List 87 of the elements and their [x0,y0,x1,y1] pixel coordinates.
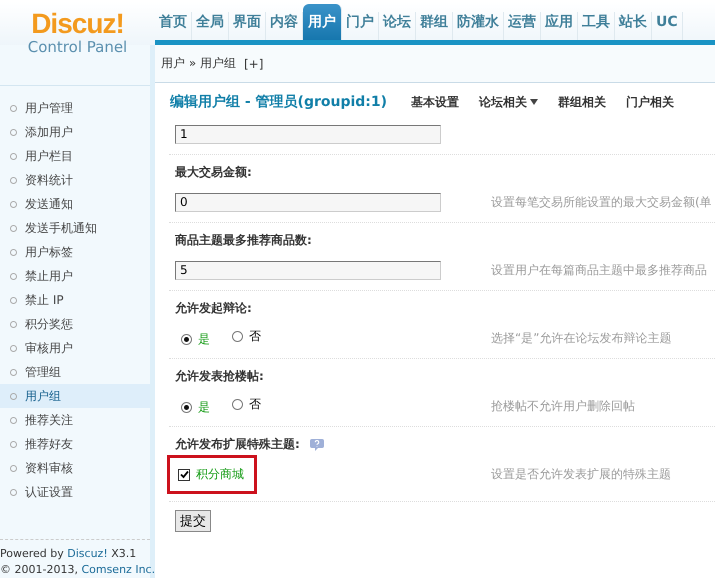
page-title: 编辑用户组 - 管理员(groupid:1) [170,93,388,111]
radio-option[interactable]: 是 [181,399,210,416]
sidebar-item[interactable]: 禁止 IP [0,288,150,312]
radio-option[interactable]: 否 [232,396,261,413]
option-label: 否 [249,396,261,413]
nav-tab[interactable]: 运营 [504,12,541,40]
setting-label: 允许发布扩展特殊主题: [175,436,300,452]
bullet-icon [10,104,17,112]
sidebar-item[interactable]: 推荐关注 [0,408,150,432]
nav-tab[interactable]: 门户 [342,12,379,40]
section-tab[interactable]: 论坛相关 [479,94,538,110]
add-link[interactable]: [+] [244,56,264,70]
sidebar-item[interactable]: 发送通知 [0,192,150,216]
nav-tab[interactable]: 防灌水 [453,12,504,40]
setting-label: 最大交易金额: [175,164,252,180]
sidebar-item[interactable]: 用户管理 [0,96,150,120]
radio-option[interactable]: 是 [181,331,210,348]
sidebar-item[interactable]: 资料审核 [0,456,150,480]
nav-tab[interactable]: 论坛 [379,12,416,40]
logo-subtitle: Control Panel [28,38,128,56]
sidebar-item[interactable]: 用户标签 [0,240,150,264]
setting-hint: 设置是否允许发表扩展的特殊主题 [491,466,671,483]
radio-button[interactable] [181,402,192,413]
bullet-icon [10,272,17,280]
breadcrumb: 用户 » 用户组 [161,55,236,72]
nav-tab[interactable]: 界面 [229,12,266,40]
sidebar-item[interactable]: 资料统计 [0,168,150,192]
bullet-icon [10,200,17,208]
setting-hint: 选择“是”允许在论坛发布辩论主题 [491,330,672,346]
radio-button[interactable] [181,334,192,345]
setting-label: 允许发表抢楼帖: [175,368,264,384]
bullet-icon [10,248,17,256]
bullet-icon [10,368,17,376]
input-field[interactable]: 0 [175,192,441,212]
powered-by-text: Powered by Discuz! X3.1 [0,546,138,562]
brand-link[interactable]: Discuz! [67,547,108,560]
setting-hint: 设置每笔交易所能设置的最大交易金额(单 [491,194,712,210]
sidebar-item[interactable]: 用户栏目 [0,144,150,168]
radio-button[interactable] [232,331,243,342]
nav-tab[interactable]: 用户 [303,4,342,40]
bullet-icon [10,128,17,136]
company-link[interactable]: Comsenz Inc. [81,563,156,576]
sidebar-item[interactable]: 积分奖惩 [0,312,150,336]
logo-title: Discuz! [31,10,124,38]
option-label: 是 [198,399,210,416]
bullet-icon [10,152,17,160]
sidebar-item[interactable]: 用户组 [0,384,150,408]
nav-tab[interactable]: 应用 [541,12,578,40]
radio-button[interactable] [232,399,243,410]
bullet-icon [10,392,17,400]
sidebar-item[interactable]: 添加用户 [0,120,150,144]
setting-hint: 抢楼帖不允许用户删除回帖 [491,398,635,414]
setting-label: 商品主题最多推荐商品数: [175,232,312,248]
bullet-icon [10,488,17,496]
nav-tab[interactable]: 首页 [155,12,192,40]
section-tab[interactable]: 门户相关 [626,94,674,110]
option-label: 积分商城 [196,466,244,483]
sidebar-item[interactable]: 认证设置 [0,480,150,504]
checkbox[interactable] [178,468,190,480]
nav-tab[interactable]: UC [652,12,683,40]
setting-hint: 设置用户在每篇商品主题中最多推荐商品 [491,262,707,278]
section-tab[interactable]: 基本设置 [411,94,460,110]
radio-option[interactable]: 否 [232,328,261,345]
bullet-icon [10,440,17,448]
sidebar-item[interactable]: 推荐好友 [0,432,150,456]
nav-tab[interactable]: 工具 [578,12,615,40]
sidebar-item[interactable]: 发送手机通知 [0,216,150,240]
nav-tab[interactable]: 站长 [615,12,652,40]
section-tab[interactable]: 群组相关 [558,94,606,110]
submit-button[interactable]: 提交 [175,510,211,532]
input-field[interactable]: 1 [175,124,441,144]
sidebar-item[interactable]: 管理组 [0,360,150,384]
setting-label: 允许发起辩论: [175,300,252,316]
option-label: 是 [198,331,210,348]
sidebar-item[interactable]: 禁止用户 [0,264,150,288]
option-label: 否 [249,328,261,345]
input-field[interactable]: 5 [175,260,441,280]
bullet-icon [10,176,17,184]
bullet-icon [10,344,17,352]
bullet-icon [10,416,17,424]
bullet-icon [10,464,17,472]
nav-tab[interactable]: 全局 [192,12,229,40]
bullet-icon [10,296,17,304]
bullet-icon [10,320,17,328]
nav-tab[interactable]: 群组 [416,12,453,40]
sidebar-item[interactable]: 审核用户 [0,336,150,360]
bullet-icon [10,224,17,232]
